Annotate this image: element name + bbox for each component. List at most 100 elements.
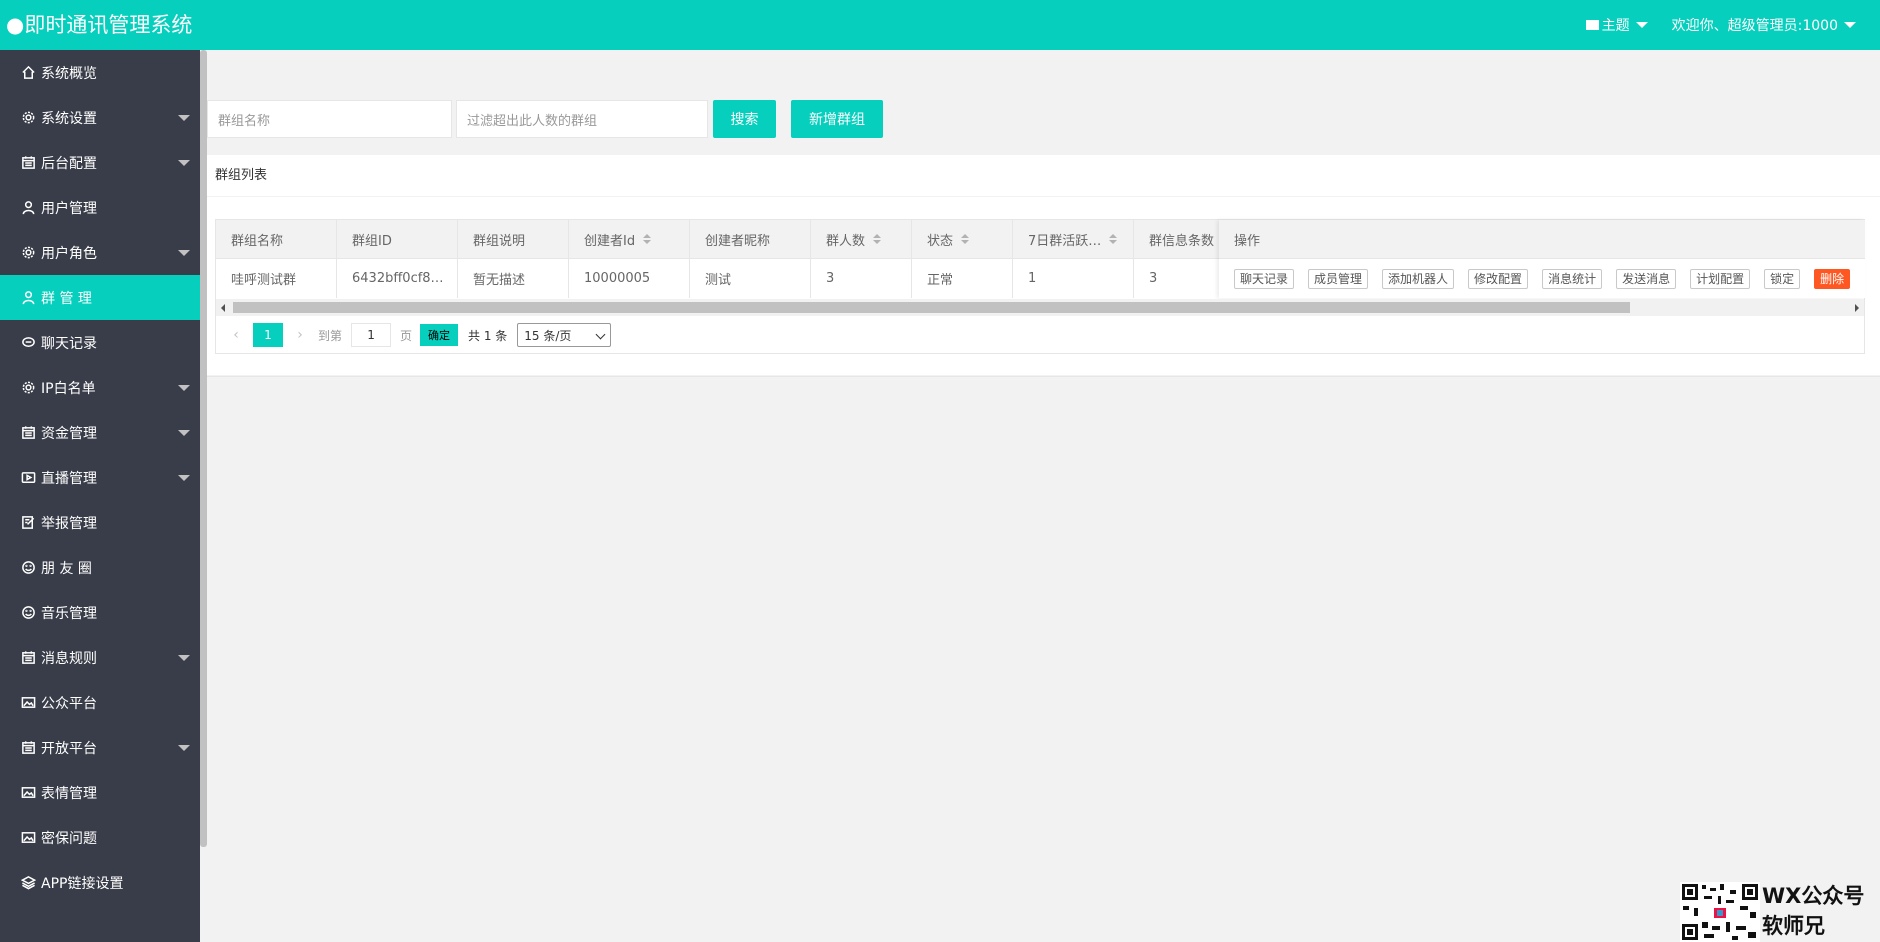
layers-icon: [20, 875, 36, 891]
column-header: 创建者昵称: [690, 220, 811, 258]
page-size-select[interactable]: 15 条/页: [517, 323, 612, 347]
qr-code-icon: [1680, 882, 1760, 942]
table-cell: 暂无描述: [458, 259, 569, 298]
sidebar-item-label: 公众平台: [41, 695, 97, 712]
chevron-down-icon[interactable]: [178, 385, 190, 391]
op-button[interactable]: 添加机器人: [1382, 268, 1455, 289]
goto-label: 到第: [318, 328, 343, 343]
sidebar-item-label: 表情管理: [41, 785, 97, 802]
sort-icon[interactable]: [1109, 234, 1118, 244]
next-page-icon[interactable]: ›: [290, 327, 310, 343]
watermark-line2: 软师兄: [1762, 914, 1825, 938]
picture-icon: [20, 695, 36, 711]
calendar-icon: [20, 425, 36, 441]
chevron-down-icon[interactable]: [178, 115, 190, 121]
sidebar-item[interactable]: 用户管理: [0, 185, 200, 230]
video-icon: [20, 470, 36, 486]
op-button[interactable]: 聊天记录: [1234, 268, 1295, 289]
column-header-label: 群人数: [826, 233, 866, 249]
gear-icon: [20, 110, 36, 126]
top-header: ●即时通讯管理系统 主题 欢迎你、超级管理员:1000: [0, 0, 1880, 50]
sidebar-item[interactable]: 公众平台: [0, 680, 200, 725]
chevron-down-icon[interactable]: [178, 430, 190, 436]
column-header[interactable]: 7日群活跃…: [1013, 220, 1134, 258]
sidebar-item[interactable]: APP链接设置: [0, 860, 200, 905]
sidebar-item[interactable]: 消息规则: [0, 635, 200, 680]
table-cell: 3: [811, 259, 912, 298]
sidebar-item-label: 系统概览: [41, 65, 97, 82]
sidebar-item[interactable]: 用户角色: [0, 230, 200, 275]
op-button[interactable]: 成员管理: [1308, 268, 1369, 289]
app-logo[interactable]: ●即时通讯管理系统: [6, 0, 192, 50]
op-button[interactable]: 发送消息: [1616, 268, 1677, 289]
sidebar-item-label: 举报管理: [41, 515, 97, 532]
chevron-down-icon[interactable]: [178, 655, 190, 661]
op-button[interactable]: 锁定: [1764, 268, 1801, 289]
user-icon: [20, 290, 36, 306]
chat-icon: [20, 335, 36, 351]
sidebar-item[interactable]: 音乐管理: [0, 590, 200, 635]
chevron-down-icon: [1635, 22, 1648, 28]
member-filter-input[interactable]: 过滤超出此人数的群组: [456, 100, 708, 138]
sidebar-item[interactable]: 资金管理: [0, 410, 200, 455]
page-unit-label: 页: [400, 328, 413, 343]
table-cell: 10000005: [569, 259, 690, 298]
sidebar-item[interactable]: 聊天记录: [0, 320, 200, 365]
sidebar-item[interactable]: 系统概览: [0, 50, 200, 95]
theme-menu[interactable]: 主题: [1574, 0, 1660, 50]
op-button[interactable]: 修改配置: [1468, 268, 1529, 289]
chevron-down-icon[interactable]: [178, 475, 190, 481]
ops-header: 操作: [1219, 220, 1865, 258]
pagination: ‹ 1 › 到第 1 页 确定 共 1 条 15 条/页: [216, 316, 1864, 354]
goto-confirm-button[interactable]: 确定: [420, 324, 459, 346]
column-header: 群组名称: [216, 220, 337, 258]
column-header-label: 群组ID: [352, 233, 392, 249]
sidebar-item[interactable]: 后台配置: [0, 140, 200, 185]
sidebar-item-label: 群 管 理: [41, 290, 92, 307]
sidebar-item-label: 用户管理: [41, 200, 97, 217]
horizontal-scrollbar[interactable]: [216, 299, 1864, 316]
scroll-left-icon[interactable]: [221, 304, 225, 312]
column-header[interactable]: 创建者Id: [569, 220, 690, 258]
add-group-button[interactable]: 新增群组: [791, 100, 883, 138]
sidebar-item[interactable]: 直播管理: [0, 455, 200, 500]
sidebar-item[interactable]: 表情管理: [0, 770, 200, 815]
sort-icon[interactable]: [643, 234, 652, 244]
welcome-text: 欢迎你、超级管理员:1000: [1671, 18, 1838, 34]
column-header-label: 7日群活跃…: [1028, 233, 1102, 249]
sidebar-item[interactable]: 开放平台: [0, 725, 200, 770]
op-button[interactable]: 消息统计: [1542, 268, 1603, 289]
search-bar: 群组名称 过滤超出此人数的群组 搜索 新增群组: [207, 100, 883, 140]
chevron-down-icon[interactable]: [178, 745, 190, 751]
op-button[interactable]: 计划配置: [1690, 268, 1751, 289]
user-menu[interactable]: 欢迎你、超级管理员:1000: [1660, 0, 1880, 50]
goto-page-input[interactable]: 1: [351, 323, 392, 347]
gear-icon: [20, 380, 36, 396]
column-header[interactable]: 状态: [912, 220, 1013, 258]
sort-icon[interactable]: [873, 234, 882, 244]
sidebar-item[interactable]: 密保问题: [0, 815, 200, 860]
search-button[interactable]: 搜索: [713, 100, 776, 138]
user-icon: [20, 200, 36, 216]
column-header[interactable]: 群人数: [811, 220, 912, 258]
op-button[interactable]: 删除: [1814, 268, 1851, 289]
chevron-down-icon[interactable]: [178, 160, 190, 166]
sidebar-scrollbar[interactable]: [200, 50, 207, 847]
sidebar-item[interactable]: 群 管 理: [0, 275, 200, 320]
scroll-right-icon[interactable]: [1855, 304, 1859, 312]
group-name-input[interactable]: 群组名称: [207, 100, 452, 138]
sidebar-item[interactable]: IP白名单: [0, 365, 200, 410]
main-content: 群组名称 过滤超出此人数的群组 搜索 新增群组 群组列表 群组名称 群组ID 群组说…: [207, 50, 1880, 942]
table-row[interactable]: 哇呼测试群 6432bff0cf8… 暂无描述 10000005 测试 3 正常 1 3: [216, 258, 1224, 298]
sort-icon[interactable]: [961, 234, 970, 244]
sidebar-item-label: 系统设置: [41, 110, 97, 127]
sidebar-item-label: APP链接设置: [41, 875, 124, 892]
sidebar-item[interactable]: 朋 友 圈: [0, 545, 200, 590]
sidebar-item-label: 后台配置: [41, 155, 97, 172]
sidebar-item[interactable]: 举报管理: [0, 500, 200, 545]
prev-page-icon[interactable]: ‹: [226, 327, 246, 343]
chevron-down-icon[interactable]: [178, 250, 190, 256]
current-page[interactable]: 1: [253, 323, 283, 347]
scrollbar-thumb[interactable]: [233, 302, 1630, 313]
sidebar-item[interactable]: 系统设置: [0, 95, 200, 140]
